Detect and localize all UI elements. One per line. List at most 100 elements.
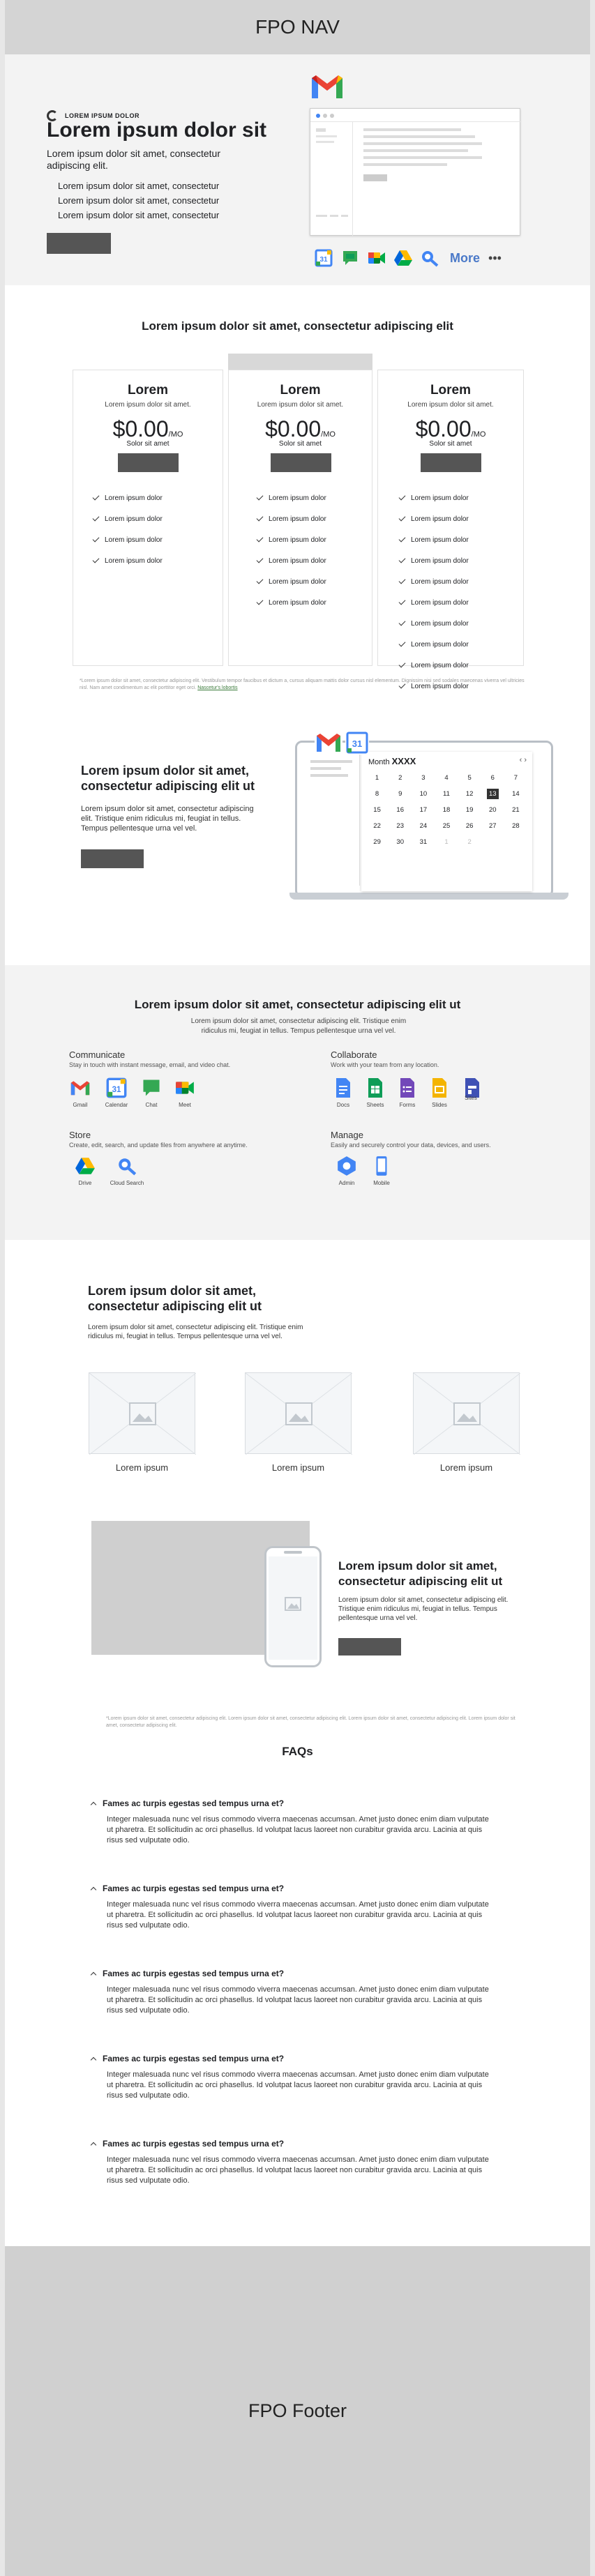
plan-cta-button[interactable] [118, 453, 179, 472]
chevron-up-icon [90, 2056, 97, 2063]
calendar-day[interactable]: 4 [435, 773, 458, 783]
calendar-day[interactable]: 14 [504, 789, 527, 799]
more-apps-dots[interactable]: ••• [488, 251, 502, 266]
calendar-day[interactable]: 10 [412, 789, 435, 799]
plan-feature-label: Lorem ipsum dolor [269, 598, 326, 607]
calendar-day[interactable]: 21 [504, 805, 527, 815]
calendar-section-button[interactable] [81, 849, 144, 868]
calendar-day[interactable]: 29 [366, 837, 389, 847]
calendar-day[interactable]: 25 [435, 821, 458, 831]
calendar-day[interactable]: 23 [389, 821, 412, 831]
faq-question-text: Fames ac turpis egestas sed tempus urna … [103, 1798, 285, 1808]
check-icon [398, 619, 406, 626]
calendar-day[interactable]: 8 [366, 789, 389, 799]
calendar-day[interactable]: 22 [366, 821, 389, 831]
faq-question[interactable]: Fames ac turpis egestas sed tempus urna … [90, 1884, 284, 1893]
calendar-section-title: Lorem ipsum dolor sit amet, consectetur … [81, 764, 255, 793]
image-placeholder [245, 1372, 352, 1455]
plan-feature: Lorem ipsum dolor [256, 487, 326, 508]
calendar-day[interactable]: 1 [366, 773, 389, 783]
check-icon [92, 493, 100, 501]
calendar-day[interactable]: 28 [504, 821, 527, 831]
calendar-day[interactable]: 16 [389, 805, 412, 815]
app-label: Gmail [73, 1102, 88, 1108]
calendar-day[interactable]: 11 [435, 789, 458, 799]
calendar-day[interactable]: 1 [435, 837, 458, 847]
faq-question[interactable]: Fames ac turpis egestas sed tempus urna … [90, 1969, 284, 1978]
check-icon [256, 493, 264, 501]
chat-icon [143, 1079, 160, 1096]
check-icon [398, 660, 406, 668]
plan-feature-label: Lorem ipsum dolor [411, 556, 469, 565]
mobile-section-button[interactable] [338, 1638, 401, 1656]
calendar-day[interactable]: 13 [486, 789, 499, 799]
calendar-day[interactable]: 9 [389, 789, 412, 799]
plan-feature: Lorem ipsum dolor [398, 655, 469, 676]
check-icon [398, 514, 406, 522]
app-label: Meet [179, 1102, 191, 1108]
check-icon [398, 556, 406, 563]
calendar-day[interactable]: 5 [458, 773, 481, 783]
faq-answer: Integer malesuada nunc vel risus commodo… [107, 1900, 489, 1930]
plan-cta-button[interactable] [421, 453, 481, 472]
calendar-day[interactable]: 19 [458, 805, 481, 815]
more-apps-link[interactable]: More [450, 251, 480, 266]
plan-name: Lorem [280, 383, 321, 397]
image-placeholder [413, 1372, 520, 1455]
plan-price: $0.00/MO [378, 416, 523, 442]
plan-feature: Lorem ipsum dolor [256, 550, 326, 571]
plan-cta-button[interactable] [271, 453, 331, 472]
app-label: Sites [465, 1095, 477, 1101]
plan-feature-label: Lorem ipsum dolor [411, 598, 469, 607]
calendar-day[interactable]: 26 [458, 821, 481, 831]
calendar-day[interactable]: 20 [481, 805, 504, 815]
mobile-section-body: Lorem ipsum dolor sit amet, consectetur … [338, 1596, 509, 1622]
plan-feature-label: Lorem ipsum dolor [411, 619, 469, 628]
sheets-icon [368, 1078, 382, 1098]
calendar-day[interactable]: 3 [412, 773, 435, 783]
calendar-nav-arrows[interactable]: ‹ › [520, 756, 527, 764]
fine-print-link[interactable]: Nascetur's lobortis [197, 685, 237, 690]
calendar-day[interactable]: 24 [412, 821, 435, 831]
check-icon [256, 535, 264, 543]
calendar-day[interactable]: 12 [458, 789, 481, 799]
pricing-title: Lorem ipsum dolor sit amet, consectetur … [142, 319, 453, 333]
calendar-day[interactable]: 7 [504, 773, 527, 783]
plan-name: Lorem [127, 383, 169, 397]
app-label: Admin [338, 1180, 355, 1186]
image-icon [414, 1373, 520, 1455]
calendar-day[interactable]: 18 [435, 805, 458, 815]
group-desc: Easily and securely control your data, d… [331, 1142, 491, 1149]
faq-question[interactable]: Fames ac turpis egestas sed tempus urna … [90, 1798, 285, 1808]
plan-feature-label: Lorem ipsum dolor [411, 494, 469, 502]
plan-feature-label: Lorem ipsum dolor [411, 661, 469, 669]
calendar-day[interactable]: 27 [481, 821, 504, 831]
chevron-up-icon [90, 1886, 97, 1893]
check-icon [398, 598, 406, 605]
plan-desc: Lorem ipsum dolor sit amet. [105, 401, 191, 409]
plan-feature-label: Lorem ipsum dolor [269, 494, 326, 502]
calendar-day[interactable]: 30 [389, 837, 412, 847]
hero-cta-button[interactable] [47, 233, 111, 254]
chevron-up-icon [90, 2142, 97, 2149]
calendar-icon: 31 [106, 1077, 127, 1098]
plan-feature-label: Lorem ipsum dolor [411, 515, 469, 523]
cloud-search-icon [419, 248, 440, 268]
faq-question[interactable]: Fames ac turpis egestas sed tempus urna … [90, 2139, 284, 2149]
calendar-day[interactable]: 15 [366, 805, 389, 815]
calendar-day[interactable]: 17 [412, 805, 435, 815]
hero-bullet: Lorem ipsum dolor sit amet, consectetur [58, 210, 220, 220]
faq-question[interactable]: Fames ac turpis egestas sed tempus urna … [90, 2054, 284, 2063]
calendar-month: Month [368, 758, 390, 766]
calendar-day[interactable]: 31 [412, 837, 435, 847]
meet-icon [366, 248, 387, 268]
calendar-day[interactable]: 2 [458, 837, 481, 847]
footer-label: FPO Footer [248, 2400, 347, 2421]
image-icon [285, 1597, 301, 1611]
calendar-day[interactable]: 6 [481, 773, 504, 783]
feature-label: Lorem ipsum [271, 1462, 325, 1473]
plan-feature: Lorem ipsum dolor [398, 529, 469, 550]
pricing-fine-text: *Lorem ipsum dolor sit amet, consectetur… [80, 679, 525, 690]
calendar-day[interactable]: 2 [389, 773, 412, 783]
plan-feature: Lorem ipsum dolor [398, 571, 469, 592]
